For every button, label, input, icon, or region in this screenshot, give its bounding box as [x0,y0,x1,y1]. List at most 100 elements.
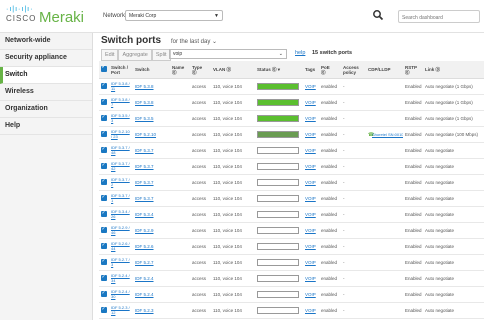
port-link[interactable]: IDF 5.3.7 / 1 [111,194,131,203]
col-name[interactable]: Name ⓪ [170,61,190,79]
table-row[interactable]: IDF 5.2.3 / 12 IDF 5.2.3 access110, voice … [99,302,484,319]
switch-link[interactable]: IDF 5.3.7 [135,180,154,185]
port-link[interactable]: IDF 5.3.5 / 3 [111,114,131,123]
tag-link[interactable]: VOIP [305,164,316,169]
row-checkbox[interactable] [99,110,109,127]
switch-link[interactable]: IDF 5.3.8 [135,100,154,105]
aggregate-button[interactable]: Aggregate [118,49,152,61]
table-row[interactable]: IDF 5.3.5 / 3 IDF 5.3.5 access110, voice 1… [99,110,484,127]
row-checkbox[interactable] [99,254,109,271]
col-switch[interactable]: Switch [133,61,170,79]
cisco-meraki-logo[interactable]: ·ı|ı·ı|ı· CISCO Meraki [6,6,84,26]
switch-link[interactable]: IDF 5.3.4 [135,212,154,217]
help-link[interactable]: help [295,50,305,56]
port-link[interactable]: IDF 5.2.6 / 44 [111,242,131,251]
table-row[interactable]: IDF 5.3.7 / 42 IDF 5.3.7 access110, voice … [99,158,484,175]
edit-button[interactable]: Edit [101,49,119,61]
tag-link[interactable]: VOIP [305,260,316,265]
tag-link[interactable]: VOIP [305,132,316,137]
port-link[interactable]: IDF 5.3.8 / 11 [111,82,131,91]
status-bar[interactable] [257,99,299,106]
switch-link[interactable]: IDF 5.2.3 [135,308,154,313]
port-link[interactable]: IDF 5.3.7 / 48 [111,146,131,155]
status-bar[interactable] [257,259,299,266]
table-row[interactable]: IDF 5.2.7 / 3 IDF 5.2.7 access110, voice 1… [99,254,484,271]
switch-link[interactable]: IDF 5.2.9 [135,228,154,233]
table-row[interactable]: IDF 5.3.4 / 26 IDF 5.3.4 access110, voice … [99,206,484,223]
col-rstp[interactable]: RSTP ⓪ [403,61,423,79]
status-bar[interactable] [257,115,299,122]
switch-link[interactable]: IDF 5.3.8 [135,84,154,89]
tag-link[interactable]: VOIP [305,84,316,89]
status-bar[interactable] [257,131,299,138]
table-row[interactable]: IDF 5.2.9 / 46 IDF 5.2.9 access110, voice … [99,222,484,239]
row-checkbox[interactable] [99,238,109,255]
port-link[interactable]: IDF 5.3.7 / 42 [111,162,131,171]
row-checkbox[interactable] [99,302,109,319]
status-bar[interactable] [257,195,299,202]
status-bar[interactable] [257,179,299,186]
col-switch-port[interactable]: Switch / Port [109,61,133,79]
port-link[interactable]: IDF 5.3.8 / 7 [111,98,131,107]
port-link[interactable]: IDF 5.3.4 / 26 [111,210,131,219]
tag-link[interactable]: VOIP [305,292,316,297]
sidebar-item-help[interactable]: Help [0,118,92,135]
switch-link[interactable]: IDF 5.2.10 [135,132,156,137]
row-checkbox[interactable] [99,174,109,191]
status-bar[interactable] [257,291,299,298]
tag-link[interactable]: VOIP [305,244,316,249]
sidebar-item-security-appliance[interactable]: Security appliance [0,50,92,67]
split-button[interactable]: Split [151,49,171,61]
status-bar[interactable] [257,275,299,282]
port-link[interactable]: IDF 5.3.7 / 2 [111,178,131,187]
table-row[interactable]: IDF 5.3.8 / 7 IDF 5.3.8 access110, voice 1… [99,94,484,111]
table-row[interactable]: IDF 5.3.8 / 11 IDF 5.3.8 access110, voice … [99,78,484,95]
sidebar-item-network-wide[interactable]: Network-wide [0,33,92,50]
time-range-select[interactable]: for the last day ⌄ [171,38,217,45]
search-input[interactable] [399,11,484,24]
row-checkbox[interactable] [99,270,109,287]
col-poe[interactable]: PoE ⓪ [319,61,341,79]
col-cdp-lldp[interactable]: CDP/LLDP [366,61,403,79]
switch-link[interactable]: IDF 5.3.5 [135,116,154,121]
table-row[interactable]: IDF 5.2.4 / 30 IDF 5.2.4 access110, voice … [99,286,484,303]
col-type[interactable]: Type ⓪ [190,61,211,79]
col-vlan[interactable]: VLAN ⓪ [211,61,255,79]
col-access-policy[interactable]: Access policy [341,61,366,79]
switch-link[interactable]: IDF 5.2.4 [135,292,154,297]
switch-link[interactable]: IDF 5.3.7 [135,148,154,153]
row-checkbox[interactable] [99,126,109,143]
row-checkbox[interactable] [99,78,109,95]
row-checkbox[interactable] [99,158,109,175]
tag-link[interactable]: VOIP [305,180,316,185]
search-icon[interactable] [372,8,384,21]
sidebar-item-organization[interactable]: Organization [0,101,92,118]
tag-link[interactable]: VOIP [305,148,316,153]
status-bar[interactable] [257,227,299,234]
port-link[interactable]: IDF 5.2.3 / 12 [111,306,131,315]
status-bar[interactable] [257,147,299,154]
col-tags[interactable]: Tags [303,61,319,79]
filter-input[interactable]: voip ⌄ [169,49,287,59]
port-link[interactable]: IDF 5.2.4 / 34 [111,274,131,283]
status-bar[interactable] [257,307,299,314]
select-all-checkbox[interactable] [99,61,109,79]
row-checkbox[interactable] [99,286,109,303]
sidebar-item-wireless[interactable]: Wireless [0,84,92,101]
status-bar[interactable] [257,163,299,170]
tag-link[interactable]: VOIP [305,308,316,313]
switch-link[interactable]: IDF 5.3.7 [135,164,154,169]
sidebar-item-switch[interactable]: Switch [0,67,92,84]
table-row[interactable]: IDF 5.2.4 / 34 IDF 5.2.4 access110, voice … [99,270,484,287]
status-bar[interactable] [257,83,299,90]
port-link[interactable]: IDF 5.2.9 / 46 [111,226,131,235]
tag-link[interactable]: VOIP [305,100,316,105]
col-status[interactable]: Status ⓪ ▾ [255,61,303,79]
table-row[interactable]: IDF 5.2.10 / 23 IDF 5.2.10 access110, voic… [99,126,484,143]
port-link[interactable]: IDF 5.2.10 / 23 [111,130,131,139]
row-checkbox[interactable] [99,142,109,159]
row-checkbox[interactable] [99,206,109,223]
table-row[interactable]: IDF 5.3.7 / 1 IDF 5.3.7 access110, voice 1… [99,190,484,207]
status-bar[interactable] [257,243,299,250]
network-select[interactable]: Meraki Corp ▼ [125,10,223,21]
